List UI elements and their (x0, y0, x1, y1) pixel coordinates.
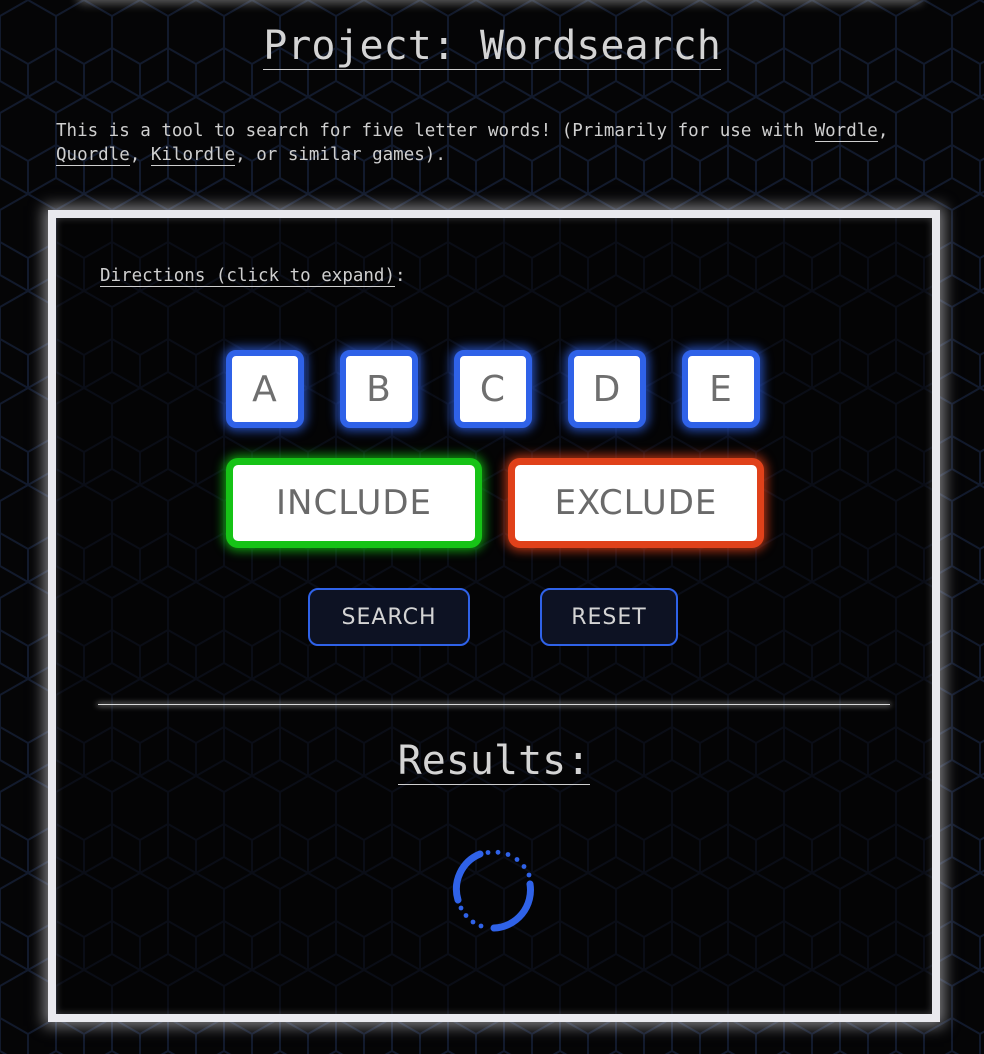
intro-text-start: This is a tool to search for five letter… (56, 121, 815, 141)
search-panel: Directions (click to expand): A B C D E … (48, 210, 940, 1022)
kilordle-link[interactable]: Kilordle (150, 145, 236, 166)
intro-text: This is a tool to search for five letter… (56, 119, 936, 167)
results-heading: Results: (397, 738, 591, 785)
letter-input-3[interactable]: C (454, 350, 532, 428)
letter-inputs: A B C D E (226, 350, 764, 442)
intro-separator: , (129, 145, 151, 165)
directions-colon: : (395, 266, 406, 286)
letter-input-1[interactable]: A (226, 350, 304, 428)
quordle-link[interactable]: Quordle (56, 145, 130, 166)
directions-toggle[interactable]: Directions (click to expand) (100, 266, 396, 287)
wordle-link[interactable]: Wordle (814, 121, 878, 142)
spinner-icon (452, 849, 534, 932)
divider (98, 704, 890, 705)
intro-separator: , (877, 121, 889, 141)
letter-input-4[interactable]: D (568, 350, 646, 428)
include-field[interactable]: INCLUDE (226, 458, 482, 548)
directions: Directions (click to expand): (100, 266, 406, 287)
search-button[interactable]: SEARCH (308, 588, 470, 646)
intro-text-end: , or similar games). (235, 145, 446, 165)
exclude-field[interactable]: EXCLUDE (508, 458, 764, 548)
letter-input-5[interactable]: E (682, 350, 760, 428)
page-title: Project: Wordsearch (263, 23, 721, 70)
letter-input-2[interactable]: B (340, 350, 418, 428)
reset-button[interactable]: RESET (540, 588, 678, 646)
